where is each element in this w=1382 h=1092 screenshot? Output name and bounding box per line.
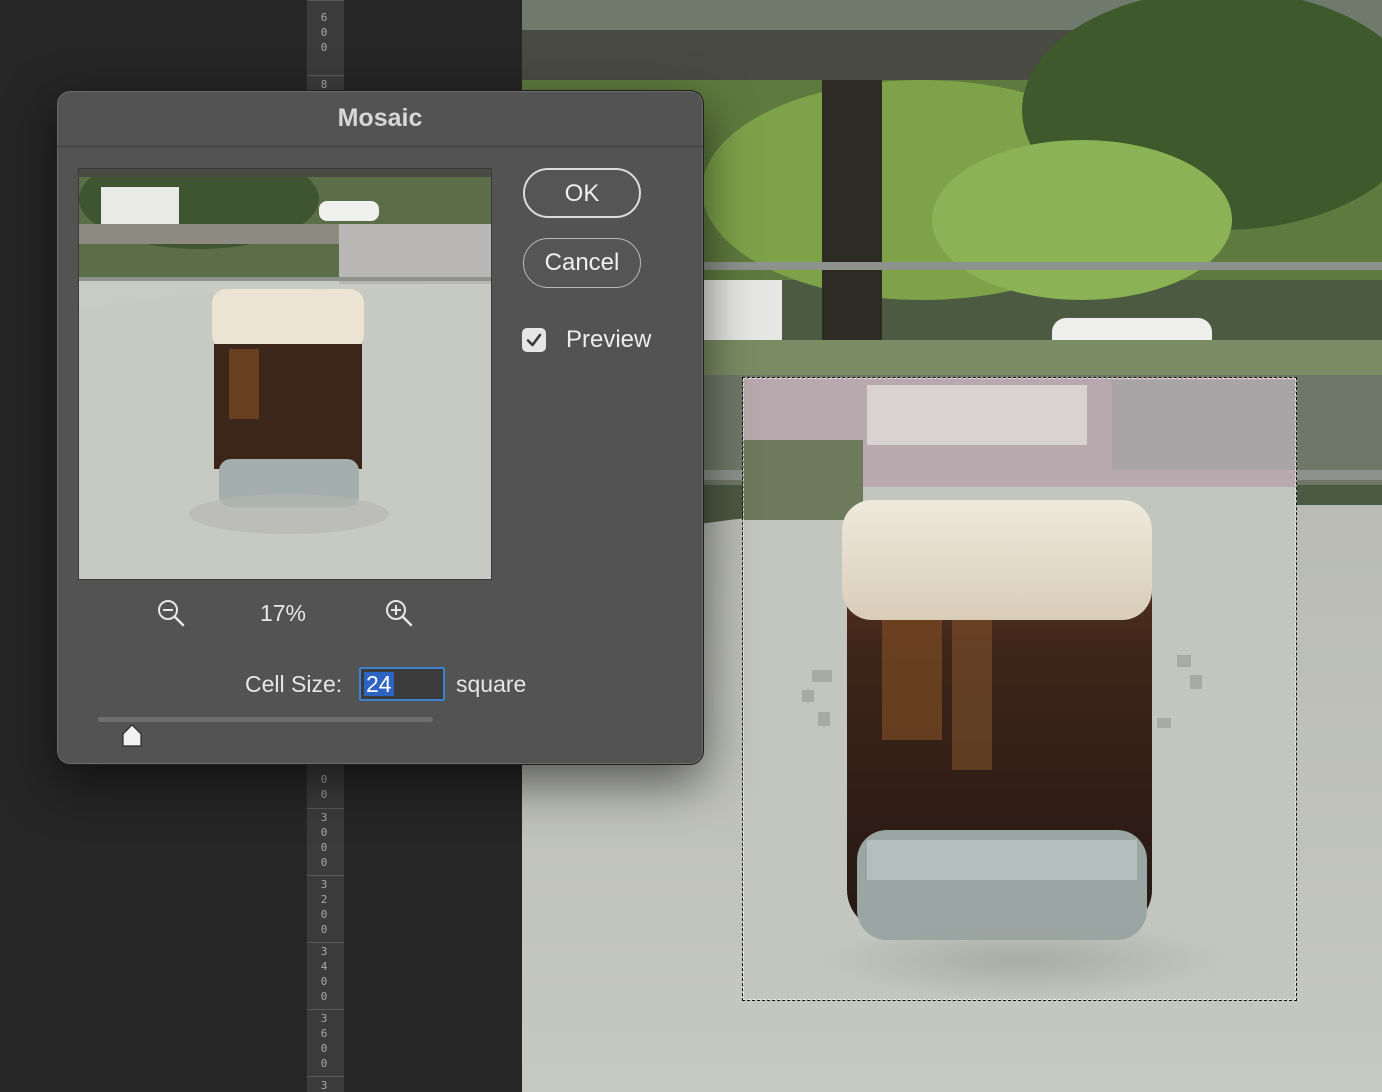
ruler-label: 3 0 0 0 [320,811,328,869]
cell-size-value: 24 [364,671,394,697]
filter-preview-image[interactable] [78,168,492,580]
ruler-label: 3 6 0 0 [320,1012,328,1070]
ruler-label: 6 0 0 [320,11,328,54]
preview-label[interactable]: Preview [566,326,651,354]
ruler-label: 3 2 0 0 [320,878,328,936]
checkmark-icon [526,333,542,347]
cell-size-unit: square [456,671,527,697]
ruler-label: 0 0 [320,773,328,801]
dialog-title: Mosaic [57,91,703,147]
cell-size-slider-track[interactable] [98,717,433,722]
zoom-in-icon[interactable] [384,598,414,628]
cell-size-input[interactable]: 24 [359,667,445,701]
mosaic-dialog: Mosaic 17% OK Cancel Preview Cell Size: … [56,90,704,765]
ok-button[interactable]: OK [523,168,641,218]
zoom-out-icon[interactable] [156,598,186,628]
cancel-button[interactable]: Cancel [523,238,641,288]
ruler-label: 3 [320,1079,328,1092]
preview-checkbox[interactable] [522,328,546,352]
cell-size-label: Cell Size: [245,671,343,697]
zoom-percentage: 17% [259,600,307,626]
preview-thumbnail [79,169,491,579]
ruler-label: 3 4 0 0 [320,945,328,1003]
cell-size-slider-thumb[interactable] [120,723,144,749]
